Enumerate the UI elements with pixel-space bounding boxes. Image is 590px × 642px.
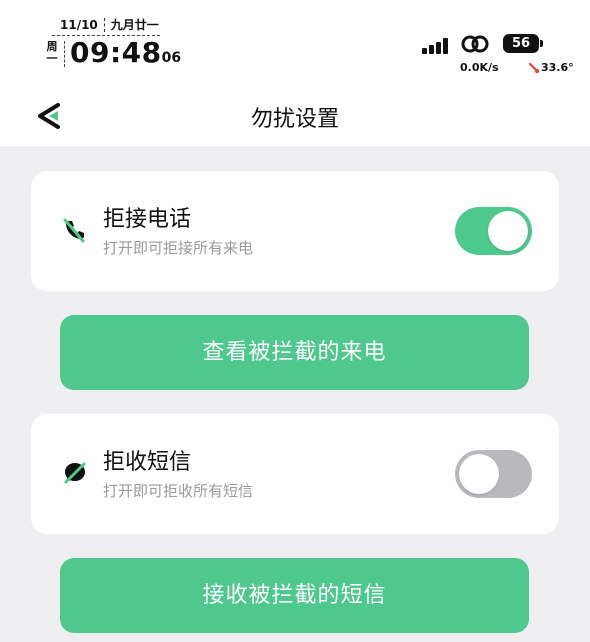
battery-indicator: 56 xyxy=(503,34,543,53)
view-blocked-calls-button[interactable]: 查看被拦截的来电 xyxy=(60,315,529,390)
temperature-value: 33.6° xyxy=(541,61,574,74)
temperature: 33.6° xyxy=(528,61,574,74)
hotspot-link-icon xyxy=(461,35,489,53)
signal-icon xyxy=(422,38,448,54)
clock-seconds: 06 xyxy=(161,50,182,66)
reject-sms-subtitle: 打开即可拒收所有短信 xyxy=(103,482,254,500)
date-row: 11/10 九月廿一 xyxy=(60,16,159,33)
date: 11/10 xyxy=(60,17,98,32)
reject-sms-card: 拒收短信 打开即可拒收所有短信 xyxy=(31,414,559,534)
clock: 09:4806 xyxy=(70,36,181,69)
toggle-knob xyxy=(459,454,499,494)
thermometer-icon xyxy=(528,62,540,73)
clock-time: 09:48 xyxy=(70,36,162,69)
reject-calls-title: 拒接电话 xyxy=(103,207,192,232)
date-separator xyxy=(103,17,105,32)
page-title: 勿扰设置 xyxy=(250,107,339,132)
reject-sms-title: 拒收短信 xyxy=(103,450,192,475)
title-bar: 勿扰设置 xyxy=(0,86,590,146)
receive-blocked-sms-button[interactable]: 接收被拦截的短信 xyxy=(60,558,529,633)
reject-calls-card: 拒接电话 打开即可拒接所有来电 xyxy=(31,171,559,291)
network-speed: 0.0K/s xyxy=(460,61,499,74)
reject-sms-toggle[interactable] xyxy=(455,450,532,498)
reject-calls-toggle[interactable] xyxy=(455,207,532,255)
lunar-date: 九月廿一 xyxy=(110,18,159,32)
status-bar: 11/10 九月廿一 周一 09:4806 56 0.0K/s 33.6° xyxy=(0,0,590,86)
message-blocked-icon xyxy=(64,462,86,484)
reject-calls-subtitle: 打开即可拒接所有来电 xyxy=(103,239,254,257)
clock-divider xyxy=(64,41,65,67)
toggle-knob xyxy=(488,211,528,251)
phone-blocked-icon xyxy=(63,218,85,243)
weekday: 周一 xyxy=(46,40,58,65)
